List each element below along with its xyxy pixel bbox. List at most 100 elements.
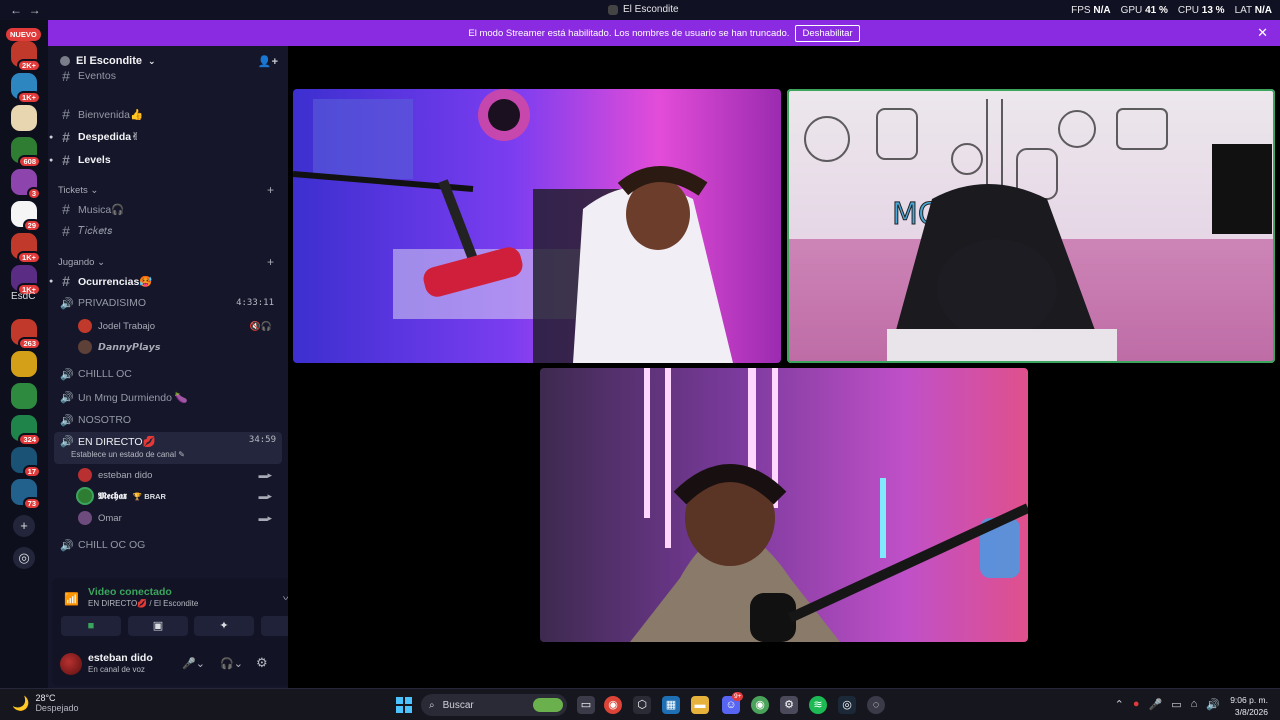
avatar	[78, 489, 92, 503]
server-icon[interactable]: 1K+	[11, 73, 41, 104]
settings-icon[interactable]: ⚙	[780, 696, 798, 714]
moon-icon: 🌙	[12, 694, 30, 711]
channel-partial[interactable]: # Eventos	[60, 70, 280, 82]
add-channel-icon[interactable]: +	[267, 183, 274, 197]
photos-icon[interactable]: ▦	[662, 696, 680, 714]
microphone-icon[interactable]: 🎤	[1149, 698, 1163, 711]
channel-musica[interactable]: # Musica🎧	[60, 199, 280, 219]
category-tickets[interactable]: Tickets ⌄ +	[58, 183, 280, 197]
gear-icon[interactable]: ⚙	[256, 655, 268, 671]
voice-status-subtitle[interactable]: EN DIRECTO💋 / El Escondite	[88, 599, 198, 608]
voice-member[interactable]: Omar ▬▸	[78, 509, 278, 527]
app-icon[interactable]: ⬡	[633, 696, 651, 714]
activities-button[interactable]: ✦	[194, 616, 254, 636]
server-icon[interactable]: 73	[11, 479, 41, 510]
voice-channel-privadisimo[interactable]: 🔊 PRIVADISIMO 4:33:11	[60, 293, 280, 313]
spotify-icon[interactable]: ≋	[809, 696, 827, 714]
invite-people-icon[interactable]: 👤+	[258, 55, 278, 68]
voice-channel-chill-oc-og[interactable]: 🔊 CHILL OC OG	[60, 535, 280, 555]
steam-icon[interactable]: ◎	[838, 696, 856, 714]
avatar	[78, 340, 92, 354]
server-icon[interactable]: 29	[11, 201, 41, 232]
taskbar-search[interactable]: ⌕ Buscar	[421, 694, 567, 716]
video-camera-icon: ▬▸	[258, 469, 272, 480]
category-jugando[interactable]: Jugando ⌄ +	[58, 255, 280, 269]
disable-streamer-button[interactable]: Deshabilitar	[795, 24, 860, 42]
video-camera-icon: ▬▸	[258, 490, 272, 501]
taskbar-clock[interactable]: 9:06 p. m. 3/8/2026	[1230, 694, 1268, 718]
server-icon[interactable]	[11, 105, 37, 131]
voice-channel-mmg[interactable]: 🔊 Un Mmg Durmiendo 🍆	[60, 387, 280, 407]
channel-bienvenida[interactable]: # Bienvenida👍	[60, 104, 280, 124]
stat-cpu: CPU 13 %	[1177, 5, 1225, 16]
voice-channel-en-directo[interactable]: 🔊 EN DIRECTO💋 34:59 Establece un estado …	[54, 432, 282, 464]
server-icon[interactable]: 608	[11, 137, 41, 168]
app-icon[interactable]: ◌	[867, 696, 885, 714]
channel-ocurrencias[interactable]: ● # Ocurrencias🥵	[49, 271, 280, 291]
chevron-down-icon: ⌄	[148, 55, 156, 66]
server-icon[interactable]: 1K+	[11, 265, 41, 296]
window-title: El Escondite	[608, 4, 679, 15]
channel-status-text[interactable]: Establece un estado de canal ✎	[71, 450, 185, 459]
microphone-icon[interactable]: 🎤⌄	[182, 657, 205, 670]
volume-icon[interactable]: 🔊	[1206, 698, 1220, 711]
mention-badge: 3	[26, 186, 41, 200]
mention-badge: 1K+	[17, 90, 41, 104]
avatar[interactable]	[60, 653, 82, 675]
network-icon[interactable]: ⌂	[1191, 698, 1198, 711]
screen-share-button[interactable]: ▣	[128, 616, 188, 636]
weather-widget[interactable]: 🌙 28°C Despejado	[12, 693, 78, 713]
mention-badge: 29	[22, 218, 41, 232]
tray-app-icon[interactable]: ●	[1133, 698, 1140, 711]
search-icon: ⌕	[429, 699, 435, 711]
signal-icon[interactable]: 📶	[64, 592, 79, 606]
add-server-icon[interactable]: +	[13, 515, 35, 537]
stat-fps: FPS N/A	[1071, 5, 1111, 16]
display-icon[interactable]: ▭	[1171, 698, 1181, 711]
voice-channel-nosotro[interactable]: 🔊 NOSOTRO	[60, 410, 280, 430]
server-icon[interactable]	[11, 383, 37, 409]
mention-badge: 608	[18, 154, 41, 168]
channel-despedida[interactable]: ● # Despedida✌	[49, 127, 280, 147]
task-view-icon[interactable]: ▭	[577, 696, 595, 714]
server-icon[interactable]: 263	[11, 319, 41, 350]
muted-deafened-icon: 🔇🎧	[249, 320, 272, 331]
explore-servers-icon[interactable]: ◎	[13, 547, 35, 569]
stat-gpu: GPU 41 %	[1120, 5, 1168, 16]
server-icon[interactable]: 17	[11, 447, 41, 478]
stat-lat: LAT N/A	[1234, 5, 1272, 16]
system-tray: ⌃ ● 🎤 ▭ ⌂ 🔊	[1115, 698, 1220, 711]
voice-status-title[interactable]: Video conectado	[88, 586, 172, 598]
server-icon[interactable]: 324	[11, 415, 41, 446]
headphones-icon[interactable]: 🎧⌄	[220, 657, 243, 670]
voice-member[interactable]: Jodel Trabajo 🔇🎧	[78, 317, 278, 335]
video-tile-speaking[interactable]: MCX	[787, 89, 1275, 363]
file-explorer-icon[interactable]: ▬	[691, 696, 709, 714]
chrome-icon[interactable]: ◉	[604, 696, 622, 714]
channel-levels[interactable]: ● # Levels	[49, 150, 280, 170]
server-name: El Escondite	[76, 55, 143, 67]
chevron-up-icon[interactable]: ⌃	[1115, 698, 1124, 711]
mention-badge: 324	[18, 432, 41, 446]
mention-badge: 263	[18, 336, 41, 350]
chrome-profile-icon[interactable]: ◉	[751, 696, 769, 714]
voice-channel-chilll-oc[interactable]: 🔊 CHILLL OC	[60, 364, 280, 384]
channel-tickets[interactable]: # 𝑇𝑖𝑐𝑘𝑒𝑡𝑠	[60, 221, 280, 241]
start-button[interactable]	[396, 697, 412, 713]
server-icon[interactable]	[11, 351, 37, 377]
server-icon[interactable]: 1K+	[11, 233, 41, 264]
guild-text-icon[interactable]: EsdC	[11, 291, 35, 302]
add-channel-icon[interactable]: +	[267, 255, 274, 269]
server-icon[interactable]: 2K+	[11, 41, 41, 72]
back-arrow-icon[interactable]: ← →	[10, 3, 41, 17]
camera-button[interactable]: ■	[61, 616, 121, 636]
video-tile[interactable]	[540, 368, 1028, 642]
close-icon[interactable]: ✕	[1257, 25, 1268, 41]
video-tile[interactable]	[293, 89, 781, 363]
voice-member[interactable]: esteban dido ▬▸	[78, 466, 278, 484]
voice-member[interactable]: 𝘿𝙖𝙣𝙣𝙮𝙋𝙡𝙖𝙮𝙨	[78, 338, 278, 356]
window-titlebar: ← → El Escondite FPS N/A GPU 41 % CPU 13…	[0, 0, 1280, 20]
server-icon[interactable]: 3	[11, 169, 41, 200]
voice-member[interactable]: 𝕸𝖊𝖈𝖍𝖆𝖝 🏆 BRAR ▬▸	[78, 487, 278, 505]
username[interactable]: esteban dido	[88, 652, 153, 664]
